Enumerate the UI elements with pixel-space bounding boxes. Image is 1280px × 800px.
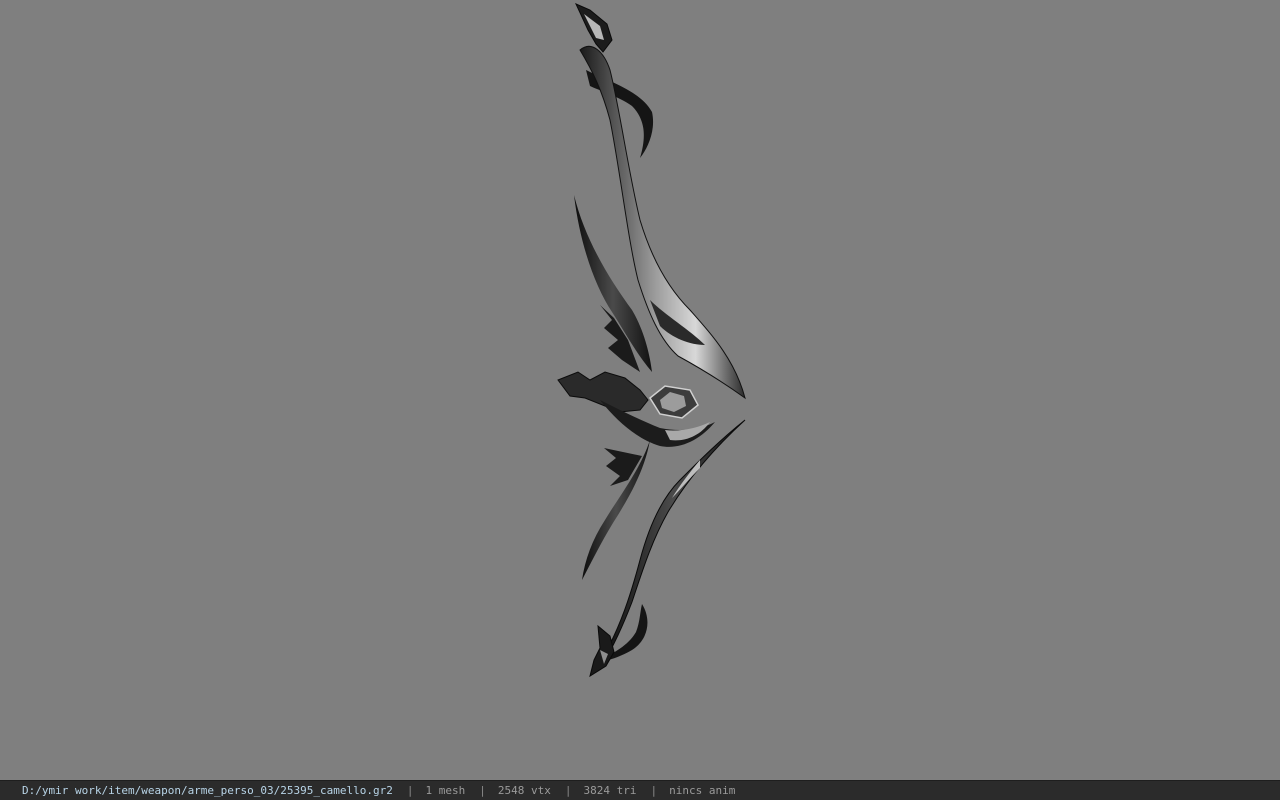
bow-grip-left — [557, 371, 649, 413]
separator: | — [564, 784, 572, 797]
3d-viewport[interactable] — [0, 0, 1280, 780]
bow-model — [557, 3, 746, 678]
separator: | — [406, 784, 414, 797]
bow-lower-limb-highlight — [672, 460, 700, 498]
vertex-count: 2548 vtx — [497, 784, 551, 797]
separator: | — [650, 784, 658, 797]
separator: | — [479, 784, 486, 797]
mesh-count: 1 mesh — [425, 784, 466, 797]
file-path: D:/ymir work/item/weapon/arme_perso_03/2… — [22, 784, 393, 797]
bow-upper-limb — [579, 45, 746, 400]
triangle-count: 3824 tri — [583, 784, 637, 797]
animation-status: nincs anim — [669, 784, 736, 797]
status-bar: D:/ymir work/item/weapon/arme_perso_03/2… — [0, 780, 1280, 800]
